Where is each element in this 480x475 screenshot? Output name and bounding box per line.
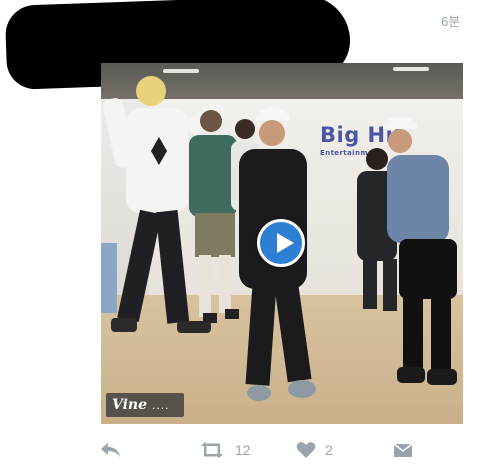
retweet-button[interactable]: 12 [198,436,251,464]
tweet-timestamp[interactable]: 6분 [441,11,460,30]
heart-icon [296,442,316,458]
envelope-icon [393,443,413,457]
vine-badge: Vine .... [106,393,184,417]
vine-dots: .... [152,398,170,412]
reply-button[interactable] [100,436,122,464]
tweet-actions: 12 2 [0,436,480,464]
direct-message-button[interactable] [393,436,413,464]
reply-icon [101,443,120,457]
play-icon[interactable] [257,219,305,267]
vine-video-thumbnail[interactable]: Big Hit Entertainment Vine .... [101,63,463,424]
retweet-icon [201,442,223,458]
retweet-count: 12 [235,442,251,458]
like-button[interactable]: 2 [296,436,333,464]
vine-logo-text: Vine [112,397,148,413]
like-count: 2 [325,442,333,458]
